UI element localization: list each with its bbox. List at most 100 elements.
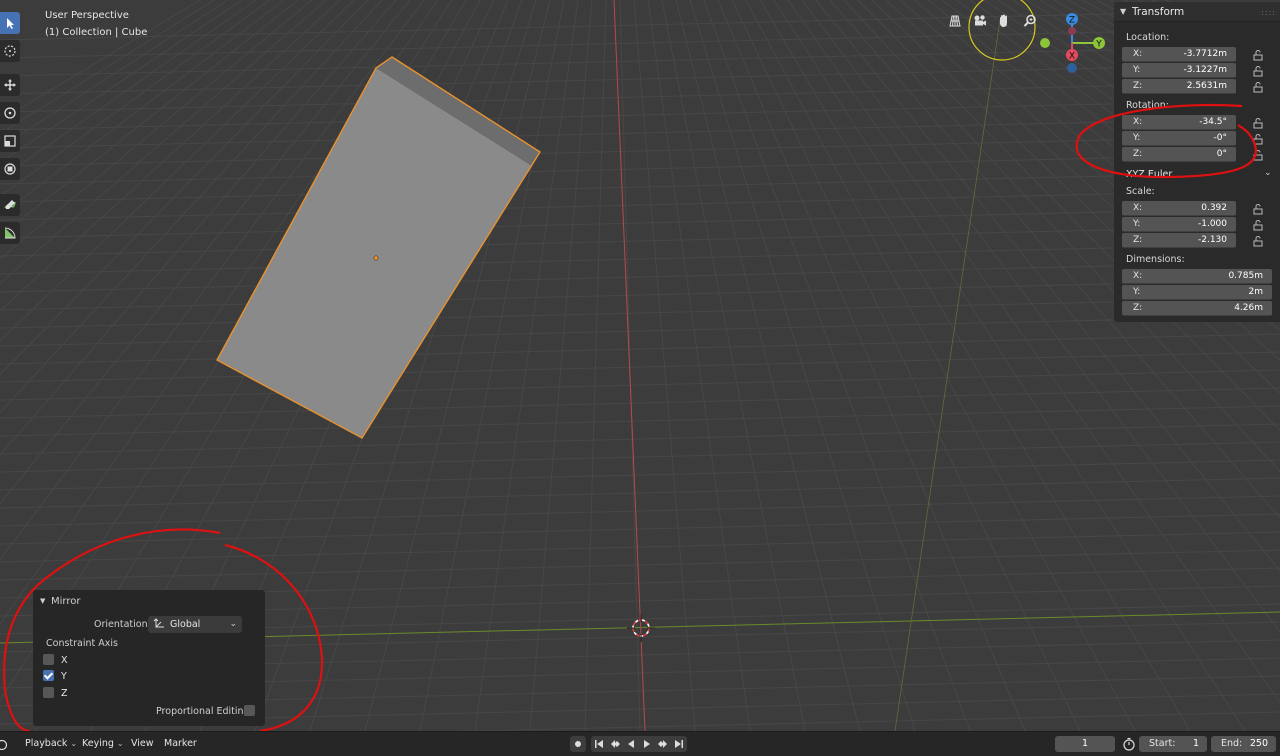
global-axes-icon	[153, 618, 164, 628]
location-y-field[interactable]: Y: -3.1227m	[1122, 63, 1236, 78]
toggle-ortho-button[interactable]	[944, 10, 966, 32]
grid-icon	[949, 15, 961, 27]
cursor-tool[interactable]	[0, 40, 20, 62]
chevron-down-icon: ⌄	[70, 739, 78, 748]
rotation-z-field[interactable]: Z: 0°	[1122, 147, 1236, 162]
constraint-x-checkbox[interactable]	[43, 654, 54, 665]
next-keyframe-icon	[658, 740, 667, 748]
jump-end-button[interactable]	[671, 736, 687, 752]
stopwatch-icon[interactable]	[1122, 737, 1136, 751]
measure-tool[interactable]	[0, 222, 20, 244]
gizmo-x-neg[interactable]	[1068, 27, 1076, 35]
transform-tool[interactable]	[0, 158, 20, 180]
dimensions-z-field[interactable]: Z: 4.26m	[1122, 301, 1272, 316]
view-menu[interactable]: View	[131, 738, 154, 749]
gizmo-y-label: Y	[1095, 40, 1102, 50]
dimensions-y-field[interactable]: Y: 2m	[1122, 285, 1272, 300]
field-value: -1.000	[1197, 219, 1227, 229]
transform-panel-header[interactable]: ▼ Transform ::::	[1114, 2, 1280, 22]
scale-tool[interactable]	[0, 130, 20, 152]
camera-view-button[interactable]	[969, 10, 991, 32]
constraint-x-label: X	[61, 655, 68, 666]
move-tool[interactable]	[0, 74, 20, 96]
3d-viewport[interactable]: User Perspective (1) Collection | Cube Z…	[0, 0, 1280, 731]
gizmo-z-label: Z	[1069, 16, 1075, 26]
transform-panel: ▼ Transform :::: Location: X: -3.7712m Y:…	[1114, 2, 1280, 322]
lock-icon[interactable]	[1252, 65, 1264, 77]
transform-icon	[4, 163, 16, 175]
menu-label: Keying	[82, 738, 114, 749]
field-value: -3.1227m	[1183, 65, 1227, 75]
jump-end-icon	[675, 740, 683, 748]
rotation-x-field[interactable]: X: -34.5°	[1122, 115, 1236, 130]
axis-gizmo[interactable]: Z Y X	[1035, 8, 1115, 78]
clock-icon[interactable]	[0, 739, 10, 751]
playback-menu[interactable]: Playback ⌄	[25, 738, 77, 749]
transform-title: Transform	[1132, 6, 1185, 18]
orientation-dropdown[interactable]: Global ⌄	[148, 616, 242, 633]
constraint-z-label: Z	[61, 688, 68, 699]
rotation-y-field[interactable]: Y: -0°	[1122, 131, 1236, 146]
jump-start-button[interactable]	[591, 736, 607, 752]
axis-label: Y:	[1133, 133, 1141, 143]
rotation-label: Rotation:	[1126, 100, 1169, 111]
lock-icon[interactable]	[1252, 203, 1264, 215]
lock-icon[interactable]	[1252, 235, 1264, 247]
y-axis-line	[613, 0, 646, 731]
pencil-icon	[4, 200, 16, 209]
rotate-tool[interactable]	[0, 102, 20, 124]
constraint-y-checkbox[interactable]	[43, 670, 54, 681]
axis-label: Z:	[1133, 149, 1143, 159]
gizmo-z-neg[interactable]	[1067, 63, 1077, 73]
current-frame-field[interactable]: 1	[1055, 736, 1115, 752]
gizmo-y-neg[interactable]	[1040, 38, 1050, 48]
lock-icon[interactable]	[1252, 149, 1264, 161]
field-value: -0°	[1213, 133, 1227, 143]
scale-y-field[interactable]: Y: -1.000	[1122, 217, 1236, 232]
marker-menu[interactable]: Marker	[164, 738, 197, 749]
axis-label: Z:	[1133, 81, 1143, 91]
chevron-down-icon[interactable]: ⌄	[1264, 168, 1272, 178]
ruler-icon	[4, 227, 16, 239]
collapse-triangle-icon[interactable]: ▼	[40, 597, 45, 605]
field-value: 2.5631m	[1186, 81, 1227, 91]
end-value: 250	[1249, 738, 1268, 749]
lock-icon[interactable]	[1252, 133, 1264, 145]
rotation-mode-select[interactable]: XYZ Euler	[1126, 169, 1172, 180]
lock-icon[interactable]	[1252, 219, 1264, 231]
annotate-tool[interactable]	[0, 194, 20, 216]
select-box-tool[interactable]	[0, 12, 20, 34]
axis-label: X:	[1133, 49, 1143, 59]
constraint-axis-label: Constraint Axis	[46, 638, 118, 649]
end-frame-field[interactable]: End: 250	[1211, 736, 1276, 752]
keying-menu[interactable]: Keying ⌄	[82, 738, 124, 749]
start-frame-field[interactable]: Start: 1	[1139, 736, 1207, 752]
location-x-field[interactable]: X: -3.7712m	[1122, 47, 1236, 62]
lock-icon[interactable]	[1252, 81, 1264, 93]
next-keyframe-button[interactable]	[655, 736, 671, 752]
play-reverse-button[interactable]	[623, 736, 639, 752]
constraint-y-label: Y	[61, 671, 67, 682]
play-icon	[644, 740, 650, 748]
prev-keyframe-button[interactable]	[607, 736, 623, 752]
field-value: 0.785m	[1228, 271, 1263, 281]
play-button[interactable]	[639, 736, 655, 752]
hand-icon	[1000, 14, 1007, 27]
scale-x-field[interactable]: X: 0.392	[1122, 201, 1236, 216]
axis-label: X:	[1133, 271, 1143, 281]
scale-z-field[interactable]: Z: -2.130	[1122, 233, 1236, 248]
axis-label: X:	[1133, 203, 1143, 213]
proportional-editing-checkbox[interactable]	[244, 705, 255, 716]
drag-handle-icon[interactable]: ::::	[1261, 8, 1276, 17]
cube-object[interactable]	[216, 56, 541, 439]
lock-icon[interactable]	[1252, 49, 1264, 61]
start-value: 1	[1192, 738, 1199, 749]
lock-icon[interactable]	[1252, 117, 1264, 129]
dimensions-label: Dimensions:	[1126, 254, 1185, 265]
constraint-z-checkbox[interactable]	[43, 687, 54, 698]
record-button[interactable]	[570, 736, 586, 752]
location-label: Location:	[1126, 32, 1170, 43]
location-z-field[interactable]: Z: 2.5631m	[1122, 79, 1236, 94]
dimensions-x-field[interactable]: X: 0.785m	[1122, 269, 1272, 284]
pan-view-button[interactable]	[993, 10, 1015, 32]
